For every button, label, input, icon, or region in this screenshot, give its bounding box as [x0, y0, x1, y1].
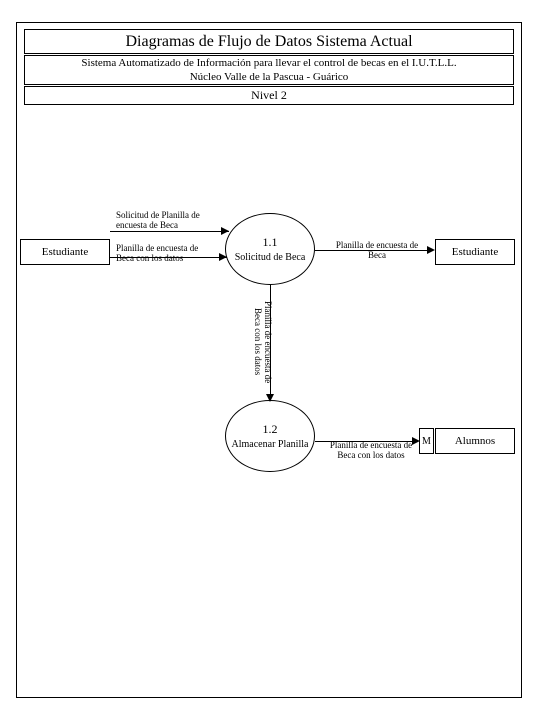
arrowhead-icon [266, 394, 274, 402]
flow-label-solicitud: Solicitud de Planilla de encuesta de Bec… [116, 210, 226, 230]
dfd-page: Diagramas de Flujo de Datos Sistema Actu… [0, 0, 540, 720]
subtitle-line2: Núcleo Valle de la Pascua - Guárico [190, 71, 349, 83]
process-1-1-num: 1.1 [263, 235, 278, 250]
flow-label-planilla-datos: Planilla de encuesta de Beca con los dat… [116, 243, 226, 263]
flow-label-to-alumnos: Planilla de encuesta de Beca con los dat… [316, 440, 426, 460]
subtitle-box: Sistema Automatizado de Información para… [24, 55, 514, 85]
level-box: Nivel 2 [24, 86, 514, 105]
entity-right-label: Estudiante [452, 246, 498, 258]
title-box: Diagramas de Flujo de Datos Sistema Actu… [24, 29, 514, 54]
process-1-2-name: Almacenar Planilla [232, 439, 309, 450]
title-text: Diagramas de Flujo de Datos Sistema Actu… [125, 33, 412, 50]
entity-left-label: Estudiante [42, 246, 88, 258]
entity-estudiante-right: Estudiante [435, 239, 515, 265]
process-1-2: 1.2 Almacenar Planilla [225, 400, 315, 472]
flow-arrow [110, 231, 229, 232]
entity-estudiante-left: Estudiante [20, 239, 110, 265]
entity-alumnos-label: Alumnos [455, 435, 495, 447]
flow-label-planilla-beca: Planilla de encuesta de Beca [322, 240, 432, 260]
subtitle-line1: Sistema Automatizado de Información para… [81, 57, 456, 69]
entity-alumnos: Alumnos [435, 428, 515, 454]
process-1-1: 1.1 Solicitud de Beca [225, 213, 315, 285]
flow-label-vertical: Planilla de encuesta de Beca con los dat… [253, 292, 273, 392]
process-1-1-name: Solicitud de Beca [235, 252, 306, 263]
level-text: Nivel 2 [251, 88, 287, 102]
process-1-2-num: 1.2 [263, 422, 278, 437]
